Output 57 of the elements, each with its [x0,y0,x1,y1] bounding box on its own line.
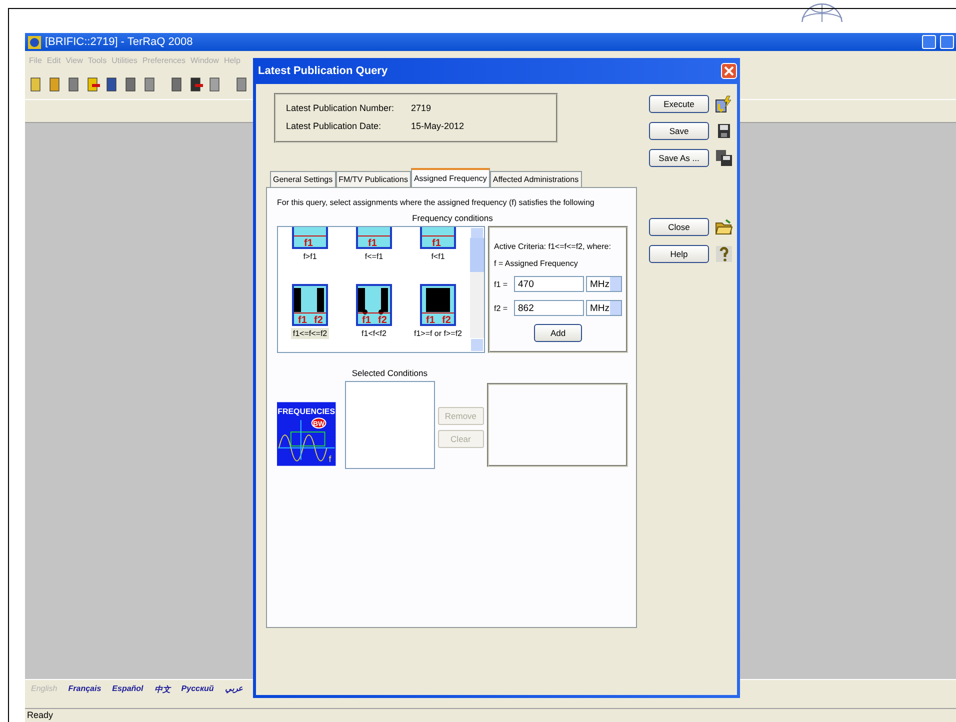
scrollbar[interactable] [470,227,484,352]
condition-option[interactable]: f1<f<f2 [360,328,388,338]
frequency-input[interactable]: 862 [514,300,584,316]
dialog-button[interactable]: Save As ... [649,149,709,167]
field-label: f1 = [494,280,509,288]
maximize-button[interactable] [940,35,954,49]
new-document-icon[interactable] [29,76,43,92]
condition-icon: f1 f2 [420,284,456,326]
info-value: 15-May-2012 [411,121,466,131]
add-button[interactable]: Add [534,324,582,342]
info-label: Latest Publication Date: [286,121,382,131]
definition-text: f = Assigned Frequency [494,259,579,268]
dialog-button[interactable]: Help [649,245,709,263]
condition-icon: f1 [420,227,456,249]
condition-icon: f1 [356,227,392,249]
tab[interactable]: Assigned Frequency [410,168,490,187]
instruction-text: For this query, select assignments where the assigned frequency (f) satisfies the following [277,198,596,207]
condition-option[interactable]: f<=f1 [362,251,386,262]
dialog-button[interactable]: Close [649,218,709,236]
language-link[interactable]: Español [112,684,144,696]
minimize-button[interactable] [922,35,936,49]
dialog-button[interactable]: Execute [649,95,709,113]
close-button[interactable] [721,63,737,79]
tab[interactable]: FM/TV Publications [336,171,411,187]
condition-icon: f1 [292,227,328,249]
language-link[interactable]: Русский [181,684,214,696]
info-value: 2719 [411,103,432,113]
condition-icon: f1 f2 [356,284,392,326]
active-criteria-text: Active Criteria: f1<=f<=f2, where: [494,242,612,251]
unit-dropdown[interactable]: MHz [586,276,622,292]
info-label: Latest Publication Number: [286,103,396,113]
field-label: f2 = [494,304,509,312]
status-bar: Ready [25,708,956,722]
question-mark-icon [715,245,733,263]
tab[interactable]: General Settings [270,171,336,187]
condition-option[interactable]: f>f1 [301,251,319,262]
tab[interactable]: Affected Administrations [490,171,582,187]
condition-option[interactable]: f1<=f<=f2 [290,328,330,338]
document-icon[interactable] [189,76,203,92]
language-link[interactable]: Français [68,684,102,696]
frequency-input[interactable]: 470 [514,276,584,292]
language-link[interactable]: 中文 [154,684,170,696]
window-title: [BRIFIC::2719] - TerRaQ 2008 [45,36,194,48]
floppy-disks-icon [715,149,733,167]
section-heading: Selected Conditions [352,368,428,378]
dialog-button[interactable]: Save [649,122,709,140]
condition-option[interactable]: f<f1 [429,251,447,262]
condition-option[interactable]: f1>=f or f>=f2 [412,328,464,338]
condition-icon: f1 f2 [292,284,328,326]
unit-dropdown[interactable]: MHz [586,300,622,316]
dialog-title: Latest Publication Query [258,65,389,77]
app-logo-icon [28,36,41,48]
open-folder-icon [715,218,733,236]
page-icon[interactable] [67,76,81,92]
section-heading: Frequency conditions [412,213,493,223]
language-link[interactable]: عربي [224,684,243,696]
lightning-document-icon [715,95,733,113]
